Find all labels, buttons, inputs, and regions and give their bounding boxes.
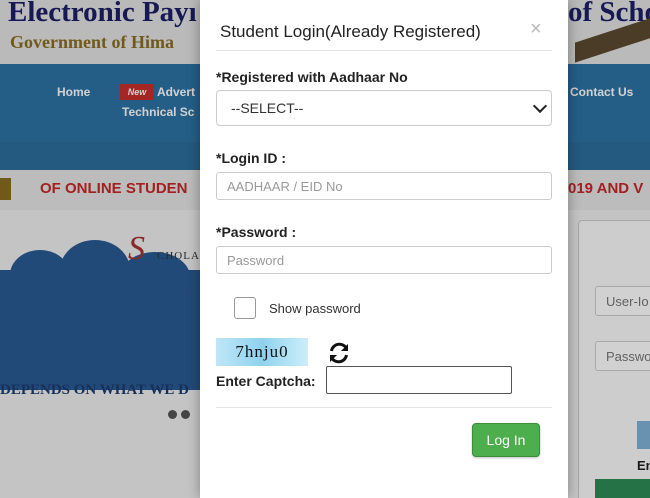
captcha-label: Enter Captcha: <box>216 373 316 389</box>
captcha-image: 7hnju0 <box>216 338 308 366</box>
captcha-input[interactable] <box>326 366 512 394</box>
password-input[interactable] <box>216 246 552 274</box>
refresh-icon[interactable] <box>326 341 352 365</box>
footer-divider <box>216 407 552 408</box>
aadhaar-label: *Registered with Aadhaar No <box>216 69 408 85</box>
login-id-input[interactable] <box>216 172 552 200</box>
header-divider <box>216 50 552 51</box>
show-password-checkbox[interactable] <box>234 297 256 319</box>
login-button[interactable]: Log In <box>472 423 540 457</box>
password-label: *Password : <box>216 224 297 240</box>
close-icon[interactable]: × <box>530 18 542 41</box>
chevron-down-icon <box>532 98 548 114</box>
aadhaar-select-value: --SELECT-- <box>231 100 304 116</box>
aadhaar-select[interactable]: --SELECT-- <box>216 90 552 126</box>
student-login-modal: Student Login(Already Registered) × *Reg… <box>200 0 568 498</box>
modal-title: Student Login(Already Registered) <box>220 22 481 41</box>
login-id-label: *Login ID : <box>216 150 286 166</box>
show-password-label: Show password <box>269 301 361 316</box>
